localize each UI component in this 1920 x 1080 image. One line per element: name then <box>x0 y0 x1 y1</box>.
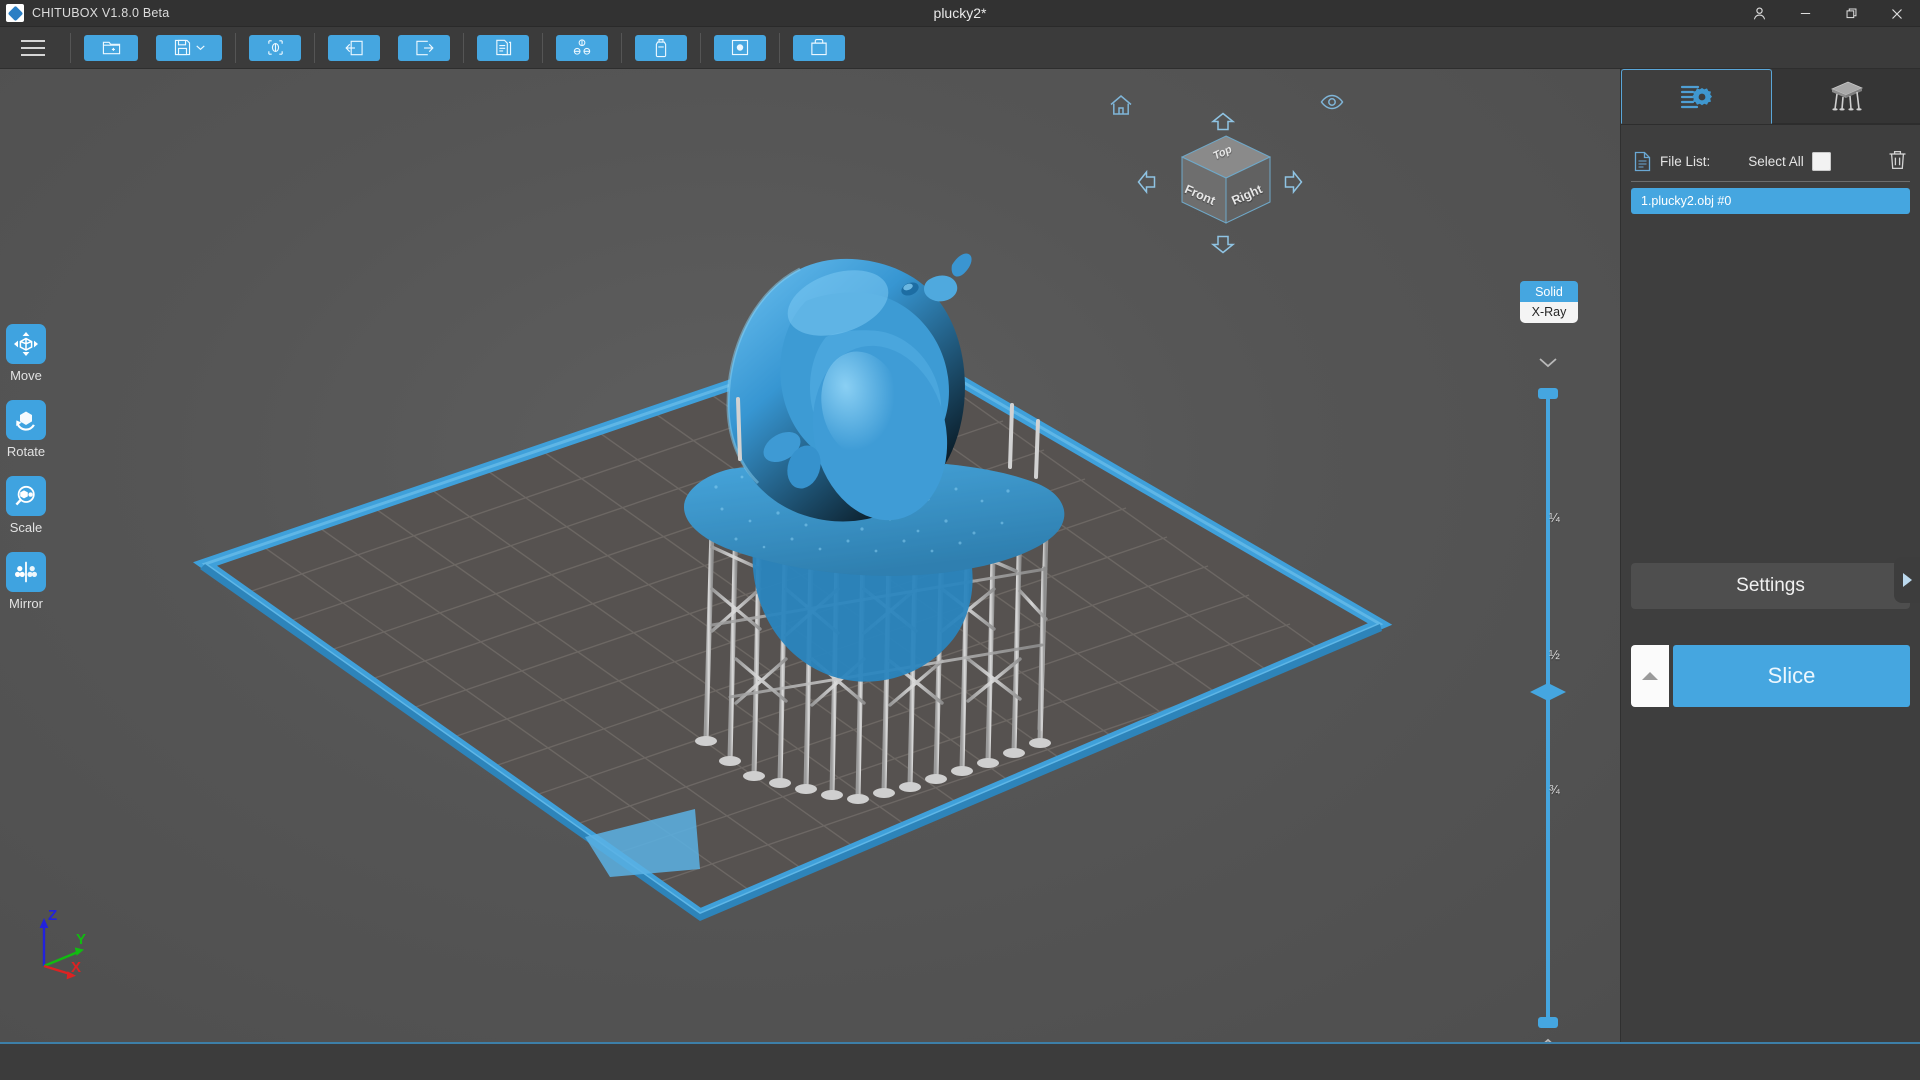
app-name-label: CHITUBOX V1.8.0 Beta <box>32 6 170 20</box>
support-pillars-icon <box>1830 81 1863 111</box>
select-all-label: Select All <box>1748 153 1804 169</box>
axis-orientation-gizmo: Z Y X <box>22 904 102 984</box>
tab-settings[interactable] <box>1621 69 1772 124</box>
mirror-tool[interactable]: Mirror <box>6 552 46 611</box>
rotate-left-arrow[interactable] <box>1136 167 1158 202</box>
main-toolbar <box>0 27 1920 69</box>
render-mode-toggle: Solid X-Ray <box>1520 281 1578 323</box>
toolbar-divider <box>542 32 543 63</box>
toolbar-divider <box>779 32 780 63</box>
settings-button[interactable]: Settings <box>1631 563 1910 609</box>
settings-sliders-gear-icon <box>1681 85 1713 108</box>
rotate-tool[interactable]: Rotate <box>6 400 46 459</box>
status-bar <box>0 1042 1920 1080</box>
slider-tick-quarter: ¼ <box>1549 510 1560 525</box>
undo-button[interactable] <box>328 34 380 61</box>
open-file-button[interactable] <box>84 34 138 61</box>
toolbar-divider <box>70 32 71 63</box>
arrange-button[interactable] <box>556 34 608 61</box>
account-icon[interactable] <box>1736 0 1782 27</box>
right-side-panel: File List: Select All 1.plucky2.obj #0 S… <box>1620 69 1920 1042</box>
redo-button[interactable] <box>398 34 450 61</box>
slice-button[interactable]: Slice <box>1673 645 1910 707</box>
file-list: 1.plucky2.obj #0 <box>1621 182 1920 214</box>
mirror-tool-label: Mirror <box>9 596 43 611</box>
toolbar-divider <box>314 32 315 63</box>
3d-viewport[interactable]: Top Front Right Solid X-Ray ¼ ½ ¾ Z Y X <box>0 69 1620 1042</box>
rotate-cube-icon <box>6 400 46 440</box>
toolbar-divider <box>235 32 236 63</box>
svg-text:X: X <box>71 959 81 976</box>
slider-tick-half: ½ <box>1549 647 1560 662</box>
save-file-button[interactable] <box>156 34 222 61</box>
toolbar-divider <box>621 32 622 63</box>
render-mode-solid[interactable]: Solid <box>1520 281 1578 302</box>
hollow-button[interactable] <box>635 34 687 61</box>
title-bar: CHITUBOX V1.8.0 Beta plucky2* <box>0 0 1920 27</box>
chitubox-diamond-icon <box>6 4 24 22</box>
copy-button[interactable] <box>477 34 529 61</box>
slider-tick-three-quarter: ¾ <box>1549 782 1560 797</box>
view-cube-body[interactable]: Top Front Right <box>1176 133 1276 228</box>
caret-right-icon <box>1903 573 1912 587</box>
slider-track[interactable] <box>1546 393 1550 1023</box>
file-list-header: File List: Select All <box>1621 141 1920 181</box>
mirror-flip-icon <box>6 552 46 592</box>
document-title: plucky2* <box>933 5 987 21</box>
select-all-checkbox[interactable] <box>1811 151 1831 171</box>
panel-tab-bar <box>1621 69 1920 125</box>
svg-text:Z: Z <box>48 907 57 924</box>
file-list-title: File List: <box>1660 153 1711 169</box>
tab-supports[interactable] <box>1771 69 1920 124</box>
panel-collapse-handle[interactable] <box>1894 557 1920 603</box>
drill-hole-button[interactable] <box>714 34 766 61</box>
slider-handle-top[interactable] <box>1538 388 1558 399</box>
cut-button[interactable] <box>793 34 845 61</box>
eye-visibility-icon[interactable] <box>1320 93 1344 116</box>
scale-tool[interactable]: Scale <box>6 476 46 535</box>
slice-preview-slider[interactable]: ¼ ½ ¾ <box>1528 355 1568 1042</box>
chevron-up-icon[interactable] <box>1538 1037 1558 1042</box>
chevron-down-icon[interactable] <box>1538 355 1558 373</box>
window-controls <box>1736 0 1920 27</box>
move-tool[interactable]: Move <box>6 324 46 383</box>
slice-action-row: Slice <box>1631 645 1910 707</box>
move-tool-label: Move <box>10 368 42 383</box>
left-tool-rail: Move Rotate Scale Mirror <box>0 69 52 1042</box>
minimize-icon[interactable] <box>1782 0 1828 27</box>
slice-options-caret[interactable] <box>1631 645 1669 707</box>
scale-magnifier-cube-icon <box>6 476 46 516</box>
svg-text:Y: Y <box>76 931 86 948</box>
view-orientation-cube[interactable]: Top Front Right <box>1110 85 1344 275</box>
restore-icon[interactable] <box>1828 0 1874 27</box>
render-mode-xray[interactable]: X-Ray <box>1520 302 1578 323</box>
scale-tool-label: Scale <box>9 520 43 535</box>
rotate-down-arrow[interactable] <box>1208 233 1238 260</box>
slider-handle-bottom[interactable] <box>1538 1017 1558 1028</box>
toolbar-divider <box>463 32 464 63</box>
hamburger-menu-icon[interactable] <box>16 35 50 61</box>
file-list-item[interactable]: 1.plucky2.obj #0 <box>1631 188 1910 214</box>
rotate-right-arrow[interactable] <box>1282 167 1304 202</box>
trash-can-icon[interactable] <box>1887 149 1908 174</box>
chevron-down-icon <box>195 45 205 51</box>
close-icon[interactable] <box>1874 0 1920 27</box>
home-icon[interactable] <box>1108 93 1134 122</box>
document-icon <box>1634 151 1651 171</box>
add-plate-button[interactable] <box>249 34 301 61</box>
rotate-tool-label: Rotate <box>6 444 46 459</box>
move-arrows-cube-icon <box>6 324 46 364</box>
scene-3d <box>193 253 1393 921</box>
toolbar-divider <box>700 32 701 63</box>
caret-up-icon <box>1642 672 1658 680</box>
